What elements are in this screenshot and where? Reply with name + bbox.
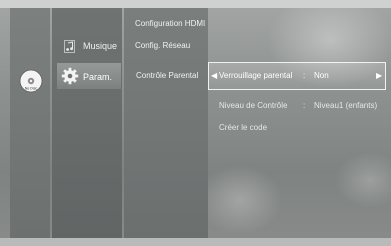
music-note-icon	[64, 40, 75, 53]
option-verrouillage-parental[interactable]: Verrouillage parental	[219, 71, 292, 80]
gear-icon	[61, 67, 79, 85]
submenu-item-configuration-hdmi[interactable]: Configuration HDMI	[135, 19, 205, 28]
arrow-right-icon[interactable]: ▶	[376, 71, 382, 80]
top-border	[0, 0, 391, 8]
option-separator: :	[303, 71, 306, 80]
option-separator: :	[303, 101, 306, 110]
main-menu-item-musique[interactable]: Musique	[61, 38, 121, 55]
main-menu-item-param[interactable]: Param.	[57, 63, 121, 89]
option-niveau-de-controle[interactable]: Niveau de Contrôle	[219, 101, 287, 110]
option-value-niveau[interactable]: Niveau1 (enfants)	[314, 101, 377, 110]
option-value-verrouillage[interactable]: Non	[314, 71, 329, 80]
bottom-border	[0, 238, 391, 246]
option-creer-le-code[interactable]: Créer le code	[219, 123, 267, 132]
main-menu-item-label: Param.	[83, 72, 113, 82]
device-column	[10, 8, 50, 238]
no-disc-label: No Disc	[25, 87, 38, 91]
settings-screen: No Disc Musique Param. Configuration HDM…	[0, 0, 391, 246]
submenu-item-controle-parental[interactable]: Contrôle Parental	[136, 71, 198, 80]
disc-icon: No Disc	[19, 69, 43, 93]
arrow-left-icon: ◀	[211, 71, 218, 80]
submenu-item-config-reseau[interactable]: Config. Réseau	[135, 41, 190, 50]
main-menu-item-label: Musique	[83, 41, 118, 51]
